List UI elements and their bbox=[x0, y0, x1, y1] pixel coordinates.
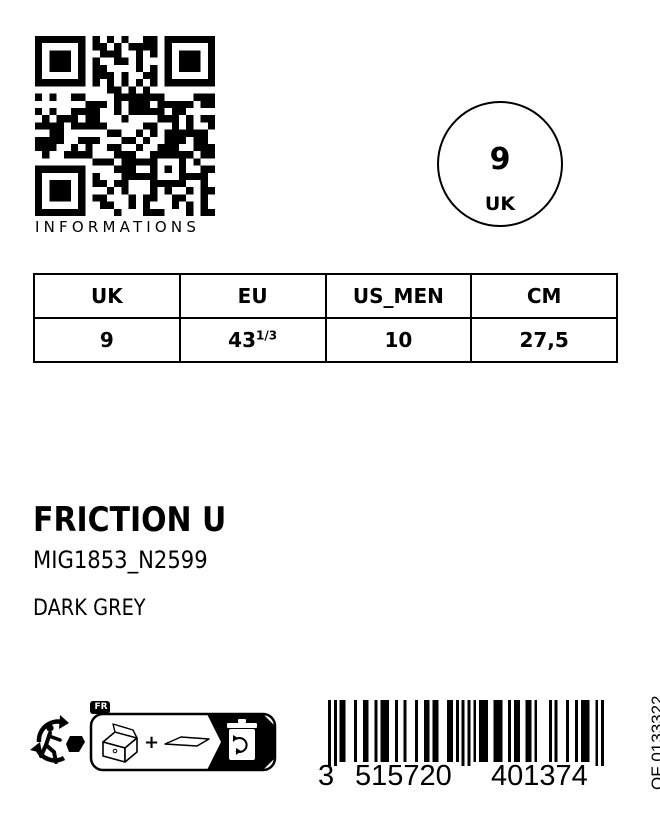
barcode-bar bbox=[548, 700, 552, 762]
sorting-info: + FR bbox=[89, 700, 277, 774]
barcode-bar bbox=[415, 700, 419, 762]
barcode-bar bbox=[534, 700, 538, 762]
size-value-uk: 9 bbox=[33, 317, 181, 363]
barcode-bar bbox=[554, 700, 558, 762]
size-badge-value: 9 bbox=[489, 142, 511, 177]
barcode-bar bbox=[380, 700, 384, 762]
product-name: FRICTION U bbox=[33, 500, 227, 540]
barcode-bar bbox=[328, 700, 331, 766]
size-table-value-row: 9 431/3 10 27,5 bbox=[33, 317, 618, 363]
size-header-uk: UK bbox=[33, 273, 181, 319]
size-header-eu: EU bbox=[178, 273, 327, 319]
size-value-eu-whole: 43 bbox=[228, 328, 256, 352]
barcode-bar bbox=[342, 700, 346, 762]
barcode-bar bbox=[493, 700, 497, 762]
barcode-bar bbox=[580, 700, 584, 762]
barcode-bar bbox=[333, 700, 337, 766]
qr-code[interactable] bbox=[35, 36, 215, 216]
triman-icon bbox=[30, 715, 85, 764]
country-code-badge: FR bbox=[94, 702, 108, 712]
barcode-bar bbox=[479, 700, 483, 762]
barcode-bar bbox=[354, 700, 358, 762]
barcode-bar bbox=[386, 700, 390, 762]
barcode-bar bbox=[450, 700, 453, 762]
barcode-bar bbox=[516, 700, 520, 762]
barcode-bar bbox=[362, 700, 366, 762]
barcode-bar bbox=[528, 700, 532, 762]
barcode-right-group: 401374 bbox=[491, 760, 588, 792]
barcode-bar bbox=[365, 700, 369, 762]
barcode-bar bbox=[426, 700, 430, 762]
sorting-info-graphic: + bbox=[89, 701, 277, 772]
barcode-bar bbox=[574, 700, 578, 762]
size-badge-unit: UK bbox=[484, 193, 516, 215]
barcode-bar bbox=[525, 700, 529, 762]
size-header-us: US_MEN bbox=[324, 273, 473, 319]
barcode-bar bbox=[383, 700, 387, 762]
size-table-header-row: UK EU US_MEN CM bbox=[33, 273, 618, 319]
barcode-bar bbox=[394, 700, 398, 762]
size-value-us: 10 bbox=[324, 317, 473, 363]
barcode-bar bbox=[374, 700, 378, 762]
barcode-bar bbox=[513, 700, 517, 762]
barcode-bar bbox=[481, 700, 485, 762]
barcode-bar bbox=[484, 700, 488, 762]
qr-caption: INFORMATIONS bbox=[35, 218, 201, 236]
barcode-bar bbox=[595, 700, 599, 766]
barcode-bar bbox=[467, 700, 471, 766]
size-badge: 9 UK bbox=[437, 101, 563, 227]
barcode-first-digit: 3 bbox=[318, 760, 335, 792]
barcode-bar bbox=[499, 700, 503, 762]
barcode-bar bbox=[461, 700, 465, 766]
barcode-bar bbox=[447, 700, 451, 762]
barcode[interactable] bbox=[328, 700, 604, 766]
barcode-bar bbox=[566, 700, 570, 762]
barcode-bar bbox=[455, 700, 459, 762]
size-value-cm: 27,5 bbox=[470, 317, 618, 363]
barcode-bar bbox=[583, 700, 587, 762]
barcode-bar bbox=[339, 700, 343, 762]
barcode-bar bbox=[435, 700, 439, 762]
barcode-bar bbox=[432, 700, 436, 762]
side-code: OF 0133322 bbox=[648, 695, 660, 790]
barcode-bar bbox=[403, 700, 407, 762]
recycle-bin-icon bbox=[227, 719, 257, 760]
barcode-bar bbox=[601, 700, 604, 766]
size-value-eu-fraction: 1/3 bbox=[256, 328, 278, 343]
product-color: DARK GREY bbox=[33, 596, 146, 621]
barcode-left-group: 515720 bbox=[355, 760, 452, 792]
barcode-bar bbox=[473, 700, 477, 762]
plus-symbol: + bbox=[144, 732, 159, 753]
size-header-cm: CM bbox=[470, 273, 618, 319]
barcode-bar bbox=[508, 700, 512, 762]
size-table: UK EU US_MEN CM 9 431/3 10 27,5 bbox=[33, 273, 618, 363]
barcode-bar bbox=[423, 700, 427, 762]
size-value-eu: 431/3 bbox=[178, 317, 327, 363]
barcode-bar bbox=[496, 700, 500, 762]
product-reference: MIG1853_N2599 bbox=[33, 546, 208, 574]
barcode-bar bbox=[586, 700, 590, 762]
